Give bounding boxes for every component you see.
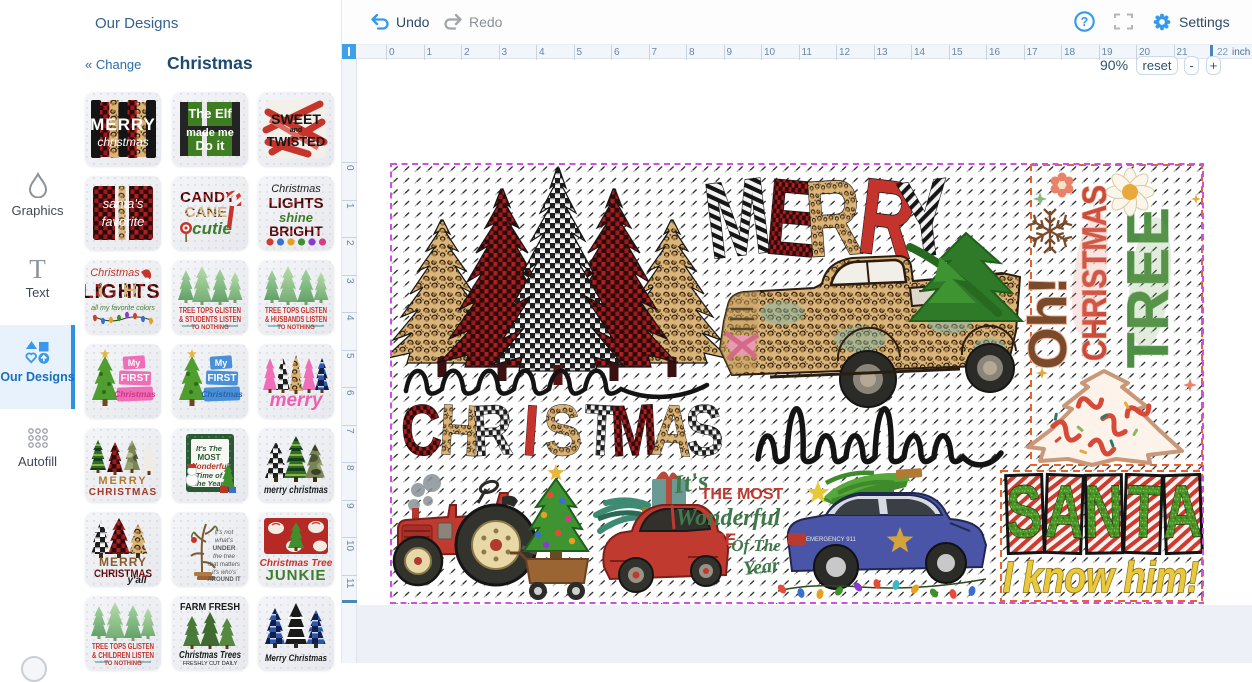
svg-text:I H: I H <box>98 280 145 302</box>
svg-text:FRESHLY CUT DAILY: FRESHLY CUT DAILY <box>182 661 237 667</box>
svg-text:Year: Year <box>742 554 781 580</box>
svg-text:santa's: santa's <box>103 196 144 211</box>
svg-text:I know him!: I know him! <box>1003 553 1199 602</box>
svg-text:it's not: it's not <box>214 529 234 536</box>
svg-text:the tree: the tree <box>212 553 234 560</box>
svg-text:Oh!: Oh! <box>1018 277 1078 370</box>
svg-text:merry: merry <box>270 390 324 411</box>
svg-text:FIRST: FIRST <box>207 373 236 384</box>
svg-text:The Elf: The Elf <box>188 106 232 121</box>
svg-text:My: My <box>214 358 227 368</box>
svg-text:THE MOST: THE MOST <box>701 486 784 503</box>
svg-text:T: T <box>1126 470 1161 554</box>
svg-text:favorite: favorite <box>102 214 145 229</box>
svg-text:CHRISTMAS: CHRISTMAS <box>89 487 157 498</box>
svg-text:TREE TOPS GLISTEN: TREE TOPS GLISTEN <box>265 306 327 315</box>
svg-text:A: A <box>1044 470 1085 554</box>
svg-text:S: S <box>683 389 726 472</box>
svg-text:MERRY: MERRY <box>90 115 156 134</box>
svg-text:TO NOTHING: TO NOTHING <box>191 325 229 331</box>
svg-text:& HUSBANDS LISTEN: & HUSBANDS LISTEN <box>265 315 327 324</box>
svg-text:S: S <box>541 389 584 472</box>
svg-text:that matters: that matters <box>208 562 240 568</box>
svg-text:Do it: Do it <box>195 138 225 153</box>
svg-text:FARM FRESH: FARM FRESH <box>180 601 240 613</box>
svg-text:christmas: christmas <box>97 135 148 149</box>
svg-text:A: A <box>1161 470 1202 554</box>
svg-text:MERRY: MERRY <box>98 475 147 487</box>
svg-text:JUNKIE: JUNKIE <box>265 567 326 584</box>
svg-text:?: ? <box>1081 15 1089 29</box>
svg-text:Christmas: Christmas <box>271 183 321 195</box>
svg-text:TREE TOPS GLISTEN: TREE TOPS GLISTEN <box>92 642 154 651</box>
svg-text:TO NOTHING: TO NOTHING <box>104 661 142 667</box>
svg-text:UNDER: UNDER <box>212 545 235 552</box>
svg-text:TO NOTHING: TO NOTHING <box>277 325 315 331</box>
svg-text:MERRY: MERRY <box>99 555 147 569</box>
svg-text:merry christmas: merry christmas <box>264 485 328 496</box>
svg-text:all my favorite colors: all my favorite colors <box>91 305 155 312</box>
svg-text:It's The: It's The <box>196 444 222 453</box>
svg-text:and: and <box>290 127 302 134</box>
svg-text:Of The: Of The <box>731 536 781 555</box>
svg-text:cutie: cutie <box>192 219 232 238</box>
svg-text:N: N <box>1084 470 1124 553</box>
svg-text:My: My <box>128 358 141 368</box>
svg-text:FIRST: FIRST <box>121 373 150 384</box>
svg-text:SWEET: SWEET <box>271 111 321 127</box>
svg-text:it's who's: it's who's <box>212 570 236 576</box>
svg-text:BRIGHT: BRIGHT <box>269 223 323 239</box>
svg-text:TWISTED: TWISTED <box>267 134 326 149</box>
svg-text:S: S <box>1005 470 1043 554</box>
svg-text:Christmas: Christmas <box>90 267 140 279</box>
svg-text:& CHILDREN LISTEN: & CHILDREN LISTEN <box>92 651 154 660</box>
svg-text:Merry Christmas: Merry Christmas <box>265 653 327 664</box>
svg-text:R: R <box>470 389 515 471</box>
svg-text:Christmas: Christmas <box>201 389 243 399</box>
svg-text:Wonderful: Wonderful <box>676 505 781 531</box>
svg-text:TREE TOPS GLISTEN: TREE TOPS GLISTEN <box>179 306 241 315</box>
svg-text:Christmas: Christmas <box>114 389 156 399</box>
svg-text:what's: what's <box>214 537 233 544</box>
svg-text:AROUND IT: AROUND IT <box>207 577 241 583</box>
svg-text:EMERGENCY 911: EMERGENCY 911 <box>806 537 856 543</box>
svg-text:TIME: TIME <box>696 530 737 549</box>
svg-text:& STUDENTS LISTEN: & STUDENTS LISTEN <box>179 315 241 324</box>
svg-text:y'all: y'all <box>126 575 146 586</box>
svg-text:Christmas Trees: Christmas Trees <box>179 650 241 661</box>
svg-text:MOST: MOST <box>197 453 220 462</box>
